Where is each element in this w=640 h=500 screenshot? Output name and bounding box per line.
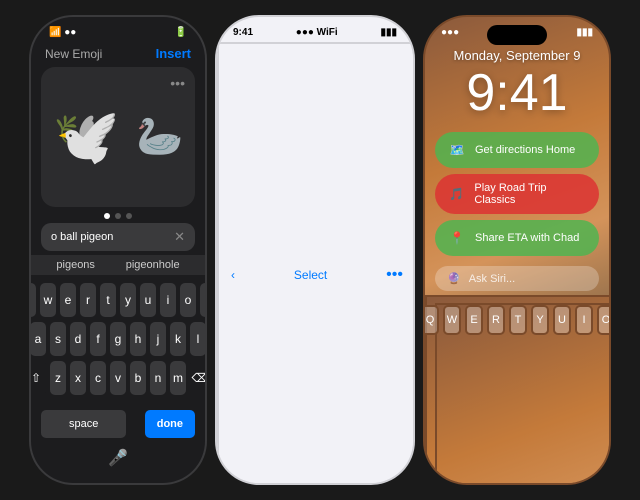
keyboard-bottom-bar: space done <box>31 404 205 444</box>
space-key[interactable]: space <box>41 410 126 438</box>
search-text: o ball pigeon <box>51 231 113 243</box>
lkey-i[interactable]: I <box>575 305 593 335</box>
key-w[interactable]: w <box>40 283 56 317</box>
key-u[interactable]: u <box>140 283 156 317</box>
lkey-r[interactable]: R <box>487 305 505 335</box>
directions-icon: 🗺️ <box>447 140 467 160</box>
suggestion-1[interactable]: pigeons <box>56 259 95 271</box>
time-2: 9:41 <box>233 27 253 38</box>
keyboard-row-2: a s d f g h j k l <box>37 322 199 356</box>
eta-label: Share ETA with Chad <box>475 232 579 244</box>
phone-mail: 9:41 ●●● WiFi ▮▮▮ ‹ Select ••• Inbox 👤 P… <box>215 15 415 485</box>
key-q[interactable]: q <box>29 283 36 317</box>
key-a[interactable]: a <box>30 322 46 356</box>
new-emoji-label: New Emoji <box>45 47 102 61</box>
signal-3: ●●● <box>441 27 459 38</box>
eta-icon: 📍 <box>447 228 467 248</box>
key-delete[interactable]: ⌫ <box>190 361 207 395</box>
lkey-t[interactable]: T <box>509 305 527 335</box>
mic-icon[interactable]: 🎤 <box>108 448 128 468</box>
emoji-search-bar[interactable]: o ball pigeon ✕ <box>41 223 195 251</box>
page-indicator <box>31 213 205 219</box>
keyboard-row-3: ⇧ z x c v b n m ⌫ <box>37 361 199 395</box>
lock-date: Monday, September 9 <box>425 42 609 65</box>
phone-lock: ●●● WiFi ▮▮▮ Monday, September 9 9:41 🗺️… <box>423 15 611 485</box>
shortcut-directions[interactable]: 🗺️ Get directions Home <box>435 132 599 168</box>
done-key[interactable]: done <box>145 410 195 438</box>
key-shift[interactable]: ⇧ <box>29 361 46 395</box>
dot-3 <box>126 213 132 219</box>
key-n[interactable]: n <box>150 361 166 395</box>
more-options-dots[interactable]: ••• <box>170 75 185 91</box>
key-c[interactable]: c <box>90 361 106 395</box>
more-options-button[interactable]: ••• <box>386 266 403 284</box>
siri-bar[interactable]: 🔮 Ask Siri... <box>435 266 599 291</box>
key-m[interactable]: m <box>170 361 186 395</box>
phone-emoji: 📶 ●● 🔋 New Emoji Insert 🕊️ 🦢 ••• o ball … <box>29 15 207 485</box>
key-x[interactable]: x <box>70 361 86 395</box>
lkey-e[interactable]: E <box>465 305 483 335</box>
shortcut-eta[interactable]: 📍 Share ETA with Chad <box>435 220 599 256</box>
select-button[interactable]: Select <box>294 268 327 282</box>
music-label: Play Road Trip Classics <box>474 182 587 206</box>
key-b[interactable]: b <box>130 361 146 395</box>
status-bar-2: 9:41 ●●● WiFi ▮▮▮ <box>217 17 413 42</box>
shortcuts-area: 🗺️ Get directions Home 🎵 Play Road Trip … <box>425 122 609 262</box>
shortcut-music[interactable]: 🎵 Play Road Trip Classics <box>435 174 599 214</box>
key-o[interactable]: o <box>180 283 196 317</box>
key-s[interactable]: s <box>50 322 66 356</box>
siri-icon: 🔮 <box>447 272 461 285</box>
dynamic-island <box>487 25 547 45</box>
music-icon: 🎵 <box>447 184 466 204</box>
mic-area: 🎤 <box>31 444 205 472</box>
battery-icon: 🔋 <box>175 27 187 38</box>
key-f[interactable]: f <box>90 322 106 356</box>
lkey-w[interactable]: W <box>443 305 461 335</box>
back-button[interactable]: ‹ <box>231 268 235 282</box>
suggestion-2[interactable]: pigeonhole <box>126 259 180 271</box>
battery-2: ▮▮▮ <box>380 27 397 38</box>
dot-2 <box>115 213 121 219</box>
key-e[interactable]: e <box>60 283 76 317</box>
signal-2: ●●● WiFi <box>296 27 338 38</box>
key-z[interactable]: z <box>50 361 66 395</box>
siri-label: Ask Siri... <box>469 273 515 285</box>
lkey-q[interactable]: Q <box>423 305 439 335</box>
emoji-secondary: 🦢 <box>136 115 183 159</box>
lkey-u[interactable]: U <box>553 305 571 335</box>
key-g[interactable]: g <box>110 322 126 356</box>
keyboard-row-1: q w e r t y u i o p <box>37 283 199 317</box>
lock-keyboard: Q W E R T Y U I O P A S D F G H J K L Z … <box>425 295 611 485</box>
emoji-display: 🕊️ 🦢 ••• <box>41 67 195 207</box>
key-v[interactable]: v <box>110 361 126 395</box>
keyboard: q w e r t y u i o p a s d f g h j k l ⇧ … <box>31 279 205 404</box>
clear-search-button[interactable]: ✕ <box>174 229 185 245</box>
lkey-y[interactable]: Y <box>531 305 549 335</box>
key-k[interactable]: k <box>170 322 186 356</box>
dot-1 <box>104 213 110 219</box>
key-l[interactable]: l <box>190 322 206 356</box>
key-d[interactable]: d <box>70 322 86 356</box>
lkey-o[interactable]: O <box>597 305 611 335</box>
key-i[interactable]: i <box>160 283 176 317</box>
key-t[interactable]: t <box>100 283 116 317</box>
key-y[interactable]: y <box>120 283 136 317</box>
battery-3: ▮▮▮ <box>576 27 593 38</box>
mail-nav: ‹ Select ••• <box>217 42 415 485</box>
suggestions-bar: pigeons pigeonhole <box>31 255 205 275</box>
status-bar-1: 📶 ●● 🔋 <box>31 17 205 42</box>
emoji-main: 🕊️ <box>53 106 120 169</box>
key-j[interactable]: j <box>150 322 166 356</box>
key-r[interactable]: r <box>80 283 96 317</box>
directions-label: Get directions Home <box>475 144 575 156</box>
carrier-signal: 📶 ●● <box>49 27 76 38</box>
emoji-top-bar: New Emoji Insert <box>31 42 205 67</box>
insert-button[interactable]: Insert <box>156 46 191 61</box>
lock-row-1: Q W E R T Y U I O P <box>435 303 611 485</box>
lock-time: 9:41 <box>425 65 609 122</box>
key-h[interactable]: h <box>130 322 146 356</box>
key-p[interactable]: p <box>200 283 207 317</box>
